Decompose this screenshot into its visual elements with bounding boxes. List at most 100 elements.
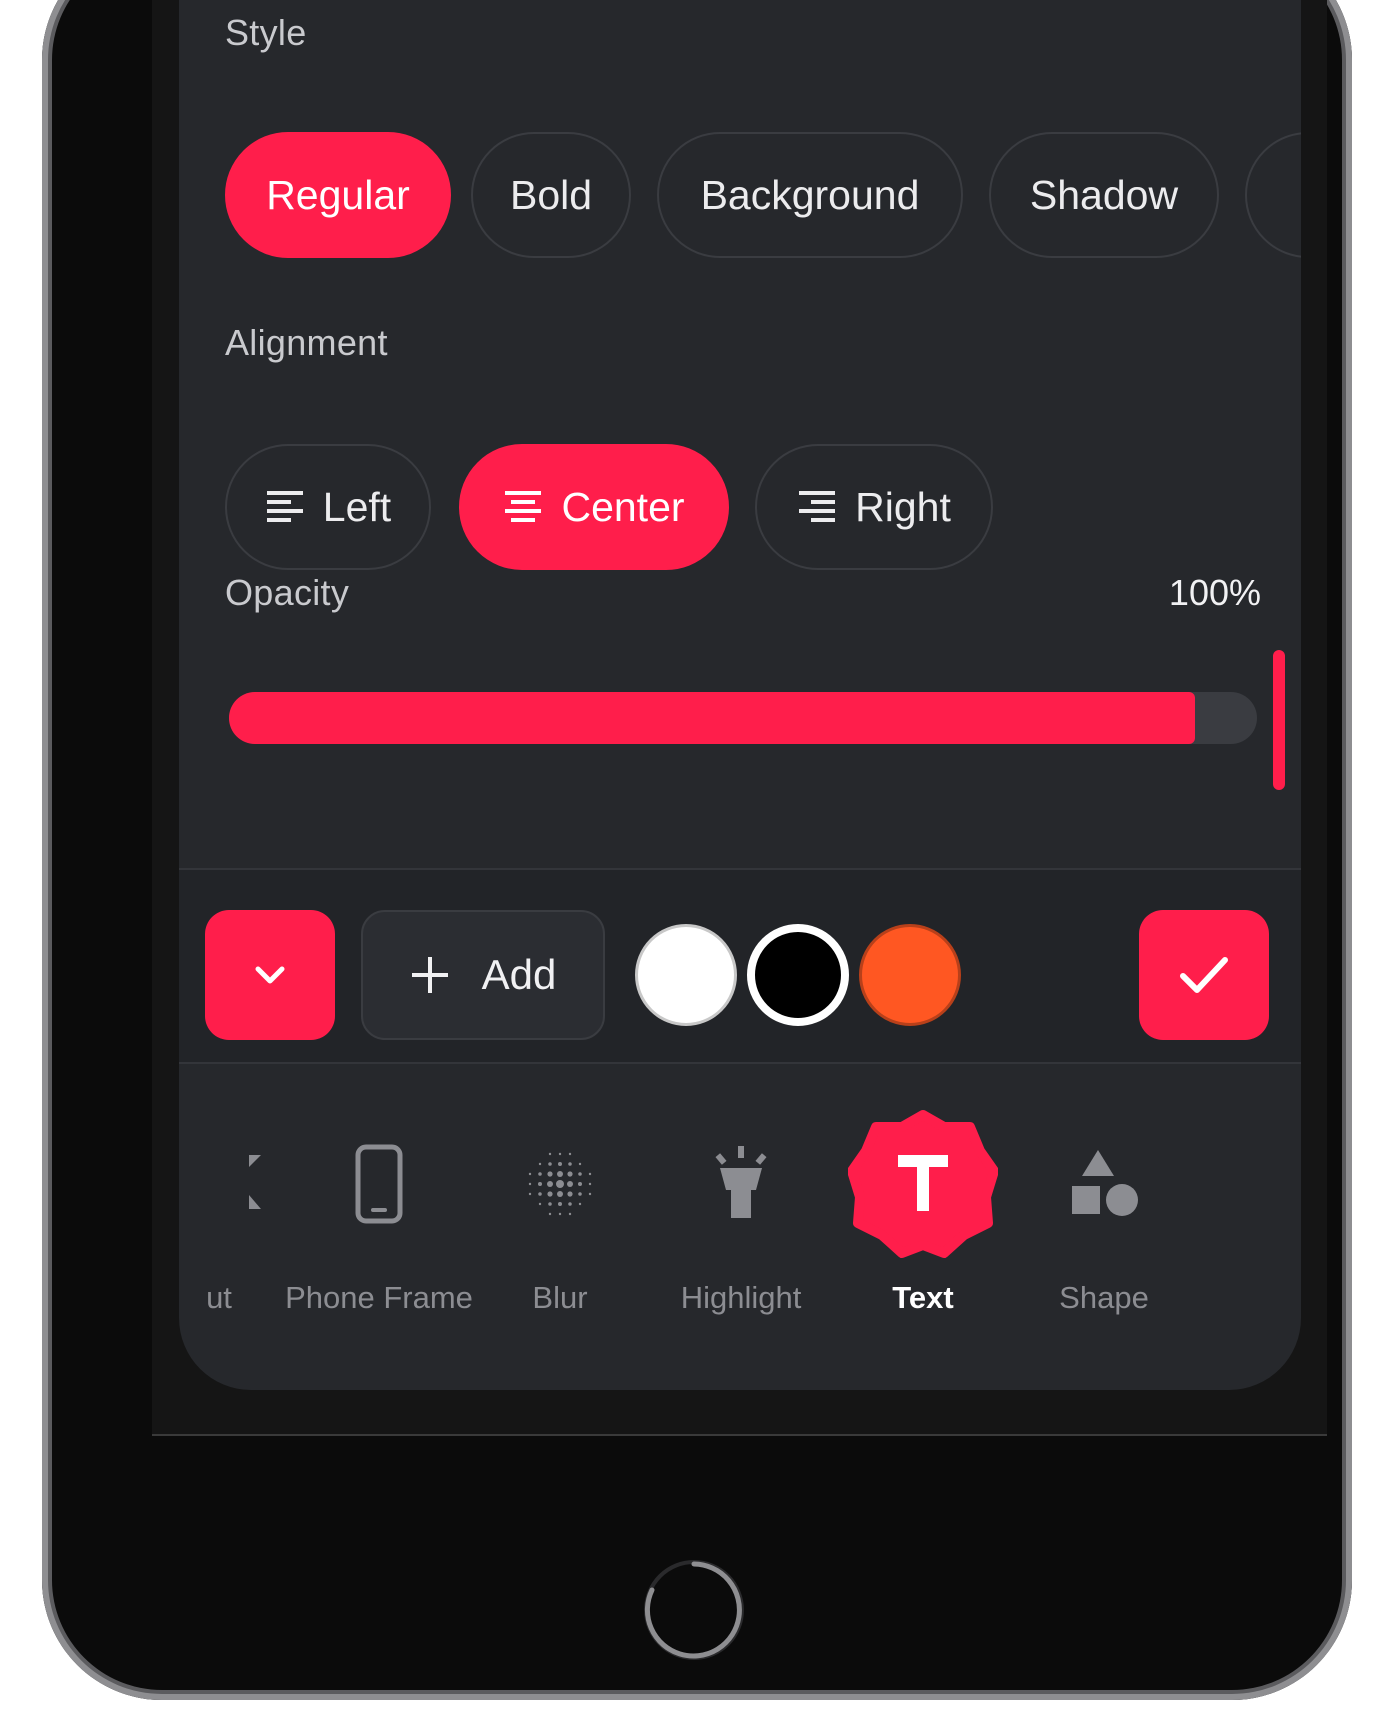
- add-color-button[interactable]: Add: [361, 910, 605, 1040]
- blur-dot: [568, 1212, 572, 1216]
- style-option-background[interactable]: Background: [657, 132, 963, 258]
- style-option-regular[interactable]: Regular: [225, 132, 451, 258]
- home-button-ring-icon: [644, 1561, 742, 1659]
- opacity-slider-track[interactable]: [229, 692, 1257, 744]
- opacity-slider-fill: [229, 692, 1195, 744]
- blur-dot: [528, 1182, 532, 1186]
- nav-icon-wrap: [1024, 1104, 1184, 1264]
- nav-label: ut: [206, 1280, 232, 1315]
- alignment-section-label: Alignment: [225, 322, 388, 363]
- checkmark-icon: [1180, 957, 1228, 993]
- blur-dot: [578, 1172, 582, 1176]
- nav-label: Shape: [1059, 1280, 1149, 1315]
- blur-dot: [548, 1212, 552, 1216]
- blur-dot: [557, 1171, 563, 1177]
- blur-dot: [567, 1191, 573, 1197]
- blur-dot: [538, 1182, 542, 1186]
- alignment-option-label: Center: [561, 483, 685, 530]
- blur-dot: [547, 1171, 553, 1177]
- opacity-value: 100%: [1168, 572, 1261, 613]
- align-center-icon: [505, 491, 542, 522]
- nav-item-highlight[interactable]: Highlight: [641, 1064, 841, 1364]
- color-swatch-white[interactable]: [635, 924, 737, 1026]
- nav-icon-wrap: [843, 1104, 1003, 1264]
- blur-dot: [588, 1192, 592, 1196]
- align-right-icon: [799, 491, 836, 522]
- style-option-bold[interactable]: Bold: [471, 132, 631, 258]
- crop-icon: [249, 1155, 261, 1209]
- opacity-slider-thumb[interactable]: [1273, 650, 1285, 790]
- blur-dot: [588, 1182, 592, 1186]
- blur-dot: [547, 1181, 553, 1187]
- style-option-label: Background: [700, 171, 920, 218]
- blur-dot: [578, 1202, 582, 1206]
- nav-label: Text: [892, 1280, 954, 1315]
- style-option-shadow[interactable]: Shadow: [989, 132, 1219, 258]
- blur-dot: [568, 1202, 572, 1206]
- blur-dot: [578, 1162, 582, 1166]
- style-option-label: Shadow: [1029, 171, 1179, 218]
- tool-navigation: ut Phone Frame Blur Highlight Text Shape: [179, 1064, 1301, 1390]
- nav-icon-wrap: [299, 1104, 459, 1264]
- alignment-option-label: Left: [322, 483, 392, 530]
- color-swatch-black[interactable]: [747, 924, 849, 1026]
- phone-frame-icon: [355, 1144, 403, 1224]
- device-screen: Style Regular Bold Background Shadow Ali…: [152, 0, 1327, 1436]
- alignment-option-left[interactable]: Left: [225, 444, 431, 570]
- blur-dot: [578, 1182, 582, 1186]
- nav-item-text[interactable]: Text: [823, 1064, 1023, 1364]
- nav-label: Blur: [532, 1280, 588, 1315]
- blur-dot: [538, 1192, 542, 1196]
- blur-dot: [558, 1202, 562, 1206]
- blur-dot: [567, 1171, 573, 1177]
- align-left-icon: [266, 491, 303, 522]
- blur-dot: [558, 1152, 562, 1156]
- style-option-label: Regular: [266, 171, 410, 218]
- plus-icon: [411, 957, 448, 993]
- blur-dot: [538, 1172, 542, 1176]
- color-swatch-orange[interactable]: [859, 924, 961, 1026]
- text-icon: [848, 1110, 998, 1258]
- blur-dot: [588, 1172, 592, 1176]
- blur-dot: [568, 1162, 572, 1166]
- blur-dot: [548, 1162, 552, 1166]
- style-option-label: Bold: [509, 171, 593, 218]
- highlight-icon: [715, 1146, 767, 1218]
- collapse-button[interactable]: [205, 910, 335, 1040]
- confirm-button[interactable]: [1139, 910, 1269, 1040]
- alignment-option-right[interactable]: Right: [755, 444, 993, 570]
- blur-dot: [548, 1202, 552, 1206]
- tablet-device-frame: Style Regular Bold Background Shadow Ali…: [42, 0, 1352, 1700]
- blur-dot: [578, 1192, 582, 1196]
- chevron-down-icon: [255, 966, 285, 984]
- shape-icon: [1072, 1150, 1138, 1216]
- blur-icon: [528, 1152, 592, 1216]
- blur-dot: [558, 1162, 562, 1166]
- editor-toolbar: Add: [179, 870, 1301, 1062]
- blur-dot: [548, 1152, 552, 1156]
- blur-dot: [547, 1191, 553, 1197]
- nav-label: Highlight: [680, 1280, 802, 1315]
- blur-dot: [538, 1162, 542, 1166]
- text-editor-panel: Style Regular Bold Background Shadow Ali…: [179, 0, 1301, 1390]
- nav-item-shape[interactable]: Shape: [1004, 1064, 1204, 1364]
- nav-icon-wrap: [480, 1104, 640, 1264]
- style-option-partial[interactable]: [1245, 132, 1301, 258]
- blur-dot: [568, 1152, 572, 1156]
- blur-dot: [528, 1172, 532, 1176]
- nav-item-blur[interactable]: Blur: [460, 1064, 660, 1364]
- blur-dot: [556, 1180, 564, 1188]
- blur-dot: [557, 1191, 563, 1197]
- blur-dot: [528, 1192, 532, 1196]
- blur-dot: [538, 1202, 542, 1206]
- alignment-option-center[interactable]: Center: [459, 444, 729, 570]
- add-button-label: Add: [481, 951, 557, 998]
- nav-item-phone-frame[interactable]: Phone Frame: [279, 1064, 479, 1364]
- opacity-section-label: Opacity: [225, 572, 350, 613]
- blur-dot: [558, 1212, 562, 1216]
- nav-label: Phone Frame: [285, 1280, 473, 1315]
- alignment-option-label: Right: [855, 483, 951, 530]
- style-section-label: Style: [225, 12, 307, 53]
- nav-icon-wrap: [661, 1104, 821, 1264]
- blur-dot: [567, 1181, 573, 1187]
